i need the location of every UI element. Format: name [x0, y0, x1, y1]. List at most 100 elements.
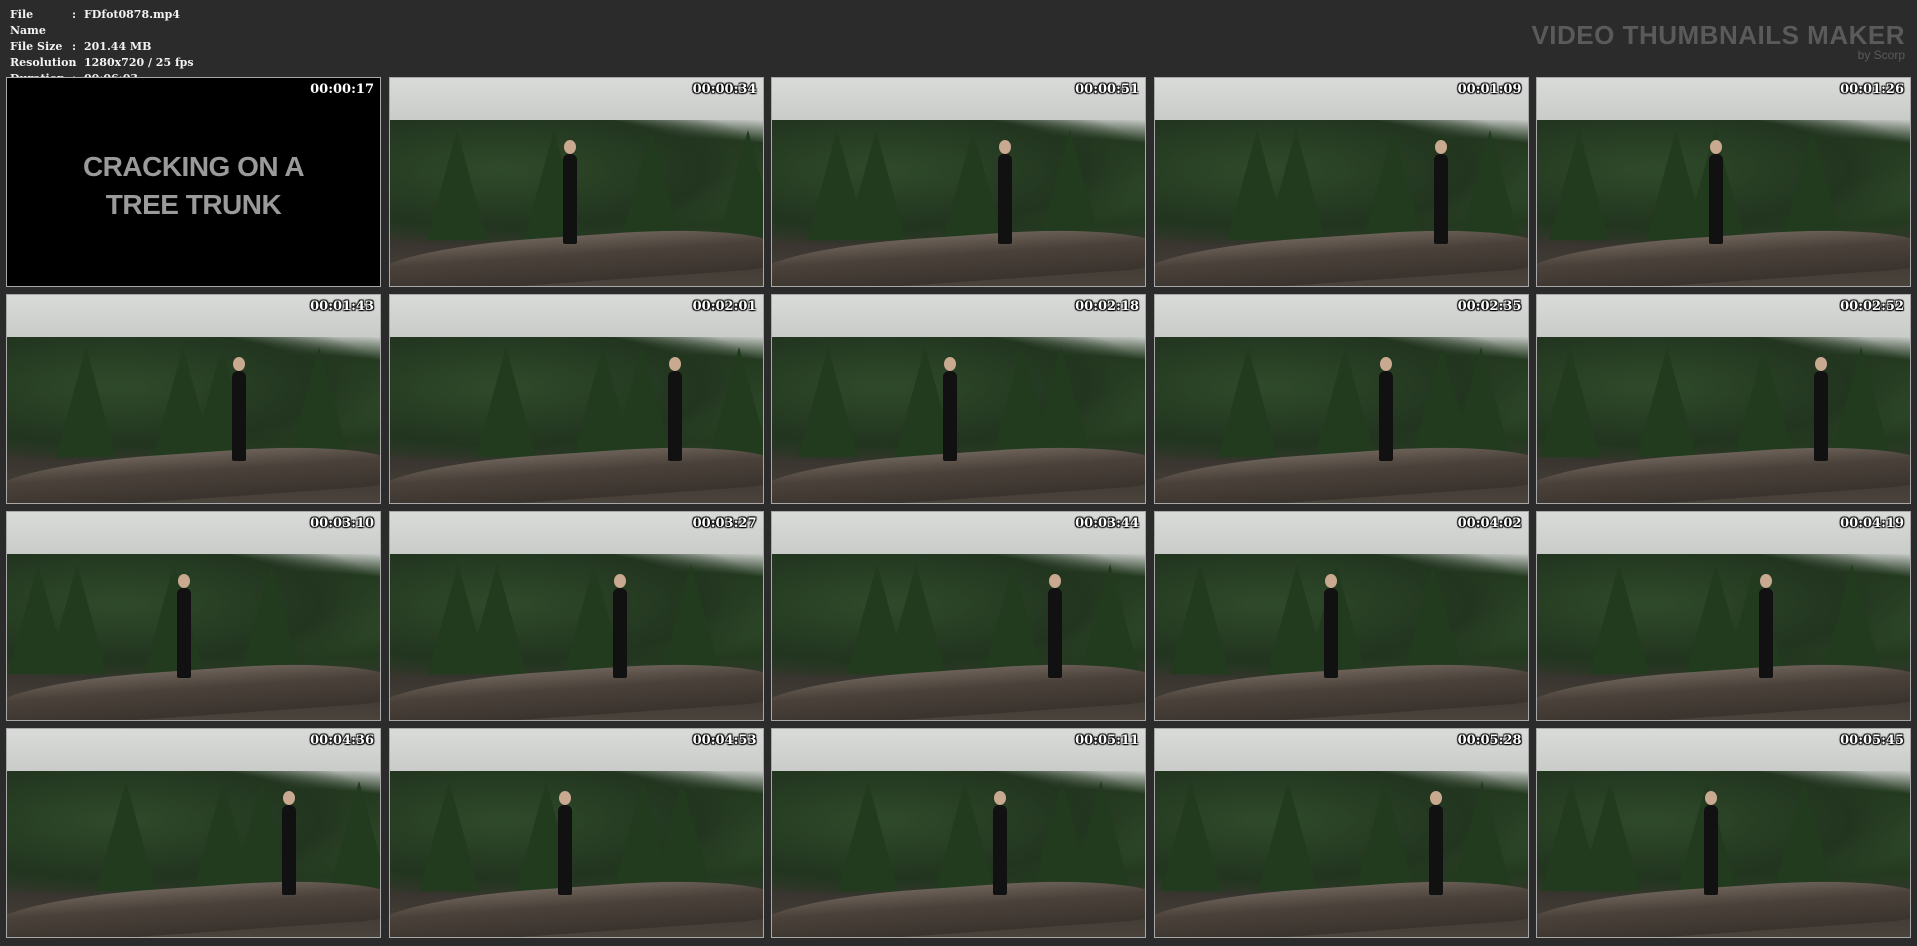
scene-tree	[475, 347, 536, 458]
video-thumbnail[interactable]: 00:01:26	[1536, 77, 1911, 287]
title-card-line: CRACKING ON A	[82, 151, 305, 182]
scene-tree-group	[1155, 529, 1528, 675]
brand-subtitle: by Scorp	[1857, 48, 1905, 62]
scene-tree-group	[772, 746, 1145, 892]
scene-tree	[1459, 130, 1520, 241]
scene-person	[667, 357, 682, 462]
scene-tree-group	[390, 529, 763, 675]
scene-person	[282, 791, 296, 896]
video-thumbnail[interactable]: 00:03:10	[6, 511, 381, 721]
scene-tree	[1362, 130, 1423, 241]
scene-tree	[943, 130, 1003, 241]
thumbnail-timestamp: 00:03:44	[1075, 516, 1139, 531]
scene-tree	[1686, 564, 1746, 675]
scene-tree	[572, 347, 633, 458]
video-thumbnail[interactable]: 00:02:52	[1536, 294, 1911, 504]
thumbnail-timestamp: 00:02:18	[1075, 299, 1139, 314]
scene-person	[1709, 140, 1723, 245]
file-info-row: File Name : FDfot0878.mp4	[10, 7, 194, 39]
thumbnail-grid: CRACKING ON A TREE TRUNK 00:00:17 00:00:34 0…	[6, 77, 1911, 941]
file-info-sep: :	[72, 40, 77, 53]
video-thumbnail[interactable]: 00:02:35	[1153, 294, 1529, 504]
scene-tree	[1032, 781, 1092, 892]
thumbnail-timestamp: 00:02:52	[1840, 299, 1904, 314]
scene-tree-group	[1537, 312, 1910, 458]
file-info-row: File Size : 201.44 MB	[10, 39, 194, 55]
scene-tree	[144, 564, 204, 675]
file-info-row: Resolution : 1280x720 / 25 fps	[10, 55, 194, 71]
scene-tree	[1354, 781, 1415, 892]
video-thumbnail[interactable]: 00:00:51	[771, 77, 1146, 287]
scene-person	[1433, 140, 1448, 245]
scene-tree	[329, 781, 380, 892]
brand-title: VIDEO THUMBNAILS MAKER	[1531, 20, 1905, 50]
scene-tree	[1169, 564, 1230, 675]
scene-tree-group	[772, 312, 1145, 458]
scene-tree-group	[390, 312, 763, 458]
video-thumbnail[interactable]: 00:00:34	[388, 77, 764, 287]
scene-tree	[660, 564, 721, 675]
video-thumbnail[interactable]: 00:05:45	[1536, 728, 1911, 938]
thumbnail-timestamp: 00:03:27	[692, 516, 757, 531]
video-thumbnail[interactable]: 00:03:44	[771, 511, 1146, 721]
video-thumbnail[interactable]: 00:01:43	[6, 294, 381, 504]
scene-tree	[807, 130, 867, 241]
video-thumbnail[interactable]: 00:04:19	[1536, 511, 1911, 721]
thumbnail-timestamp: 00:01:43	[310, 299, 374, 314]
scene-tree	[798, 347, 858, 458]
scene-tree-group	[1537, 529, 1910, 675]
video-thumbnail[interactable]: 00:05:11	[771, 728, 1146, 938]
scene-tree	[96, 781, 156, 892]
scene-person	[1428, 791, 1443, 896]
scene-tree	[1734, 347, 1794, 458]
video-thumbnail[interactable]: 00:05:28	[1153, 728, 1529, 938]
scene-tree	[983, 564, 1043, 675]
thumbnail-timestamp: 00:04:02	[1457, 516, 1522, 531]
thumbnail-timestamp: 00:03:10	[310, 516, 374, 531]
scene-tree-group	[1155, 312, 1528, 458]
video-thumbnail[interactable]: CRACKING ON A TREE TRUNK 00:00:17	[6, 77, 381, 287]
file-info-sep: :	[72, 56, 77, 69]
scene-tree-group	[7, 312, 380, 458]
scene-tree-group	[1537, 746, 1910, 892]
scene-person	[612, 574, 627, 679]
scene-tree	[935, 781, 995, 892]
scene-tree	[1774, 781, 1834, 892]
scene-tree-group	[1155, 746, 1528, 892]
scene-tree	[418, 781, 479, 892]
scene-person	[232, 357, 246, 462]
scene-tree	[1160, 781, 1221, 892]
scene-tree	[426, 130, 487, 241]
scene-person	[993, 791, 1007, 896]
scene-tree-group	[1155, 95, 1528, 241]
video-thumbnail[interactable]: 00:02:01	[388, 294, 764, 504]
scene-tree	[1226, 130, 1287, 241]
scene-person	[1048, 574, 1062, 679]
video-thumbnail[interactable]: 00:02:18	[771, 294, 1146, 504]
scene-tree	[241, 564, 301, 675]
scene-tree-group	[1537, 95, 1910, 241]
scene-tree-group	[7, 529, 380, 675]
scene-tree	[1451, 781, 1512, 892]
thumbnail-timestamp: 00:05:28	[1457, 733, 1522, 748]
file-info-value: 1280x720 / 25 fps	[84, 56, 194, 69]
scene-tree	[56, 347, 116, 458]
video-thumbnail[interactable]: 00:01:09	[1153, 77, 1529, 287]
file-info-key: Resolution	[10, 56, 77, 69]
video-thumbnail[interactable]: 00:03:27	[388, 511, 764, 721]
scene-person	[998, 140, 1012, 245]
video-thumbnail[interactable]: 00:04:53	[388, 728, 764, 938]
scene-tree	[1646, 130, 1706, 241]
scene-tree	[1831, 347, 1891, 458]
scene-tree	[1637, 347, 1697, 458]
scene-tree-group	[772, 529, 1145, 675]
scene-person	[1814, 357, 1828, 462]
file-info-value: FDfot0878.mp4	[84, 8, 180, 21]
thumbnail-timestamp: 00:02:01	[692, 299, 757, 314]
scene-person	[943, 357, 957, 462]
video-thumbnail[interactable]: 00:04:02	[1153, 511, 1529, 721]
scene-tree	[1266, 564, 1327, 675]
thumbnail-timestamp: 00:04:53	[692, 733, 757, 748]
video-thumbnail[interactable]: 00:04:36	[6, 728, 381, 938]
title-card-text: CRACKING ON A TREE TRUNK	[7, 148, 380, 224]
